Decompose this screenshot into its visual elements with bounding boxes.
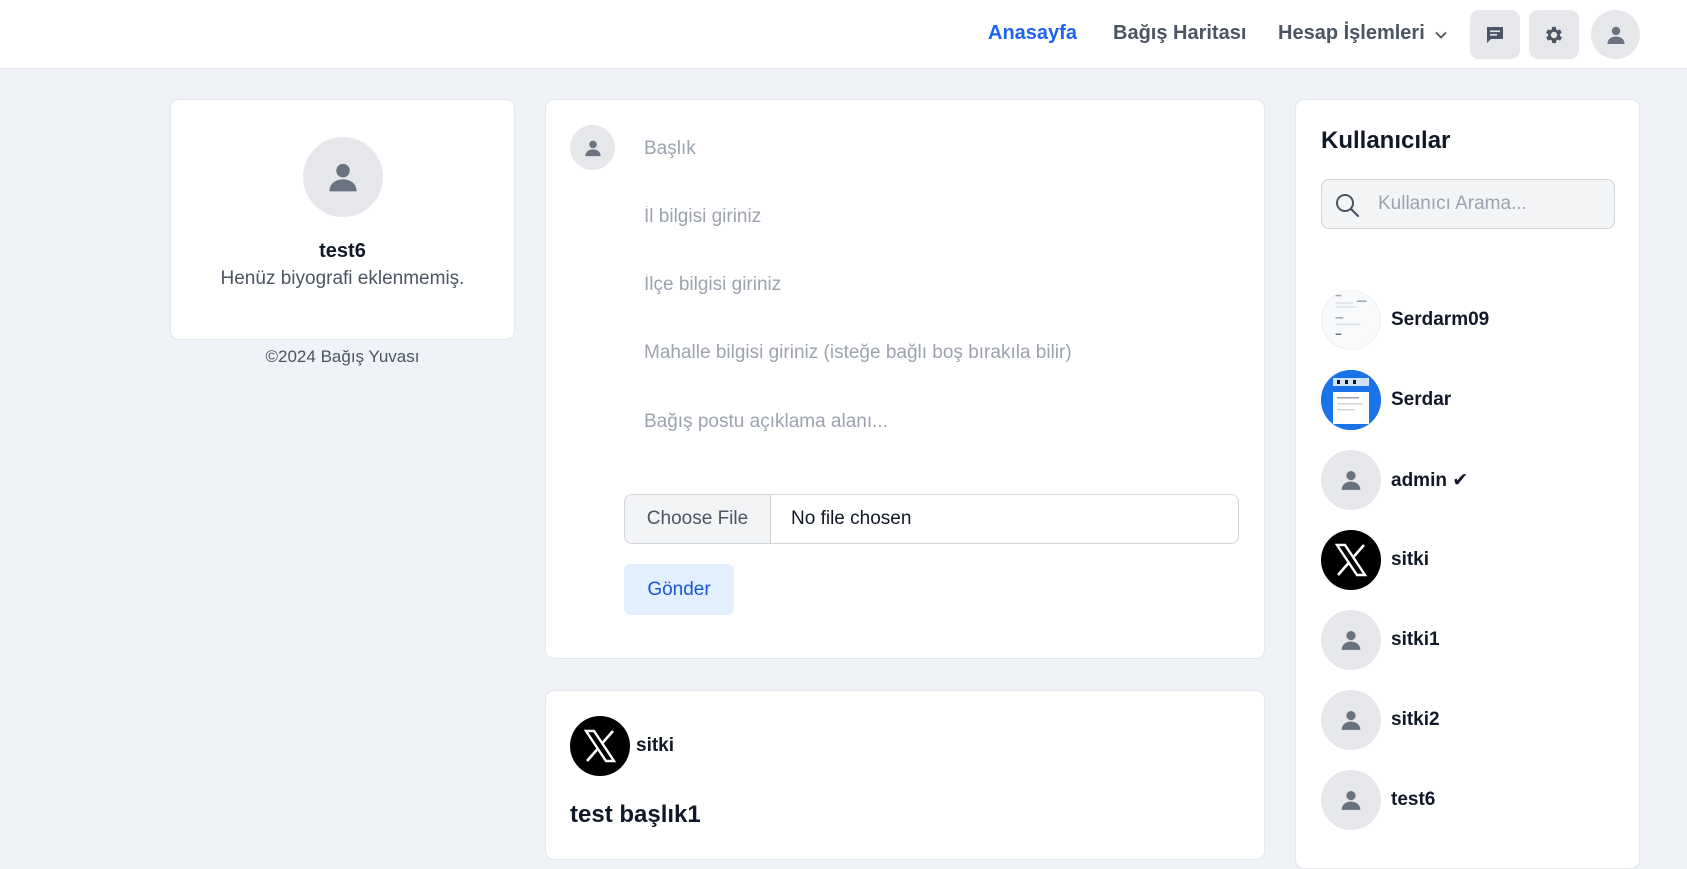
user-name: test6 <box>1391 789 1436 810</box>
nav-home-link[interactable]: Anasayfa <box>988 22 1077 45</box>
description-input[interactable] <box>644 402 1234 442</box>
choose-file-button[interactable]: Choose File <box>625 495 771 543</box>
post-card: sitki test başlık1 <box>545 690 1265 860</box>
file-upload-field[interactable]: Choose File No file chosen <box>624 494 1239 544</box>
user-icon <box>1341 790 1361 810</box>
user-list-item[interactable]: sitki2 <box>1321 690 1615 750</box>
profile-menu-button[interactable] <box>1591 10 1640 59</box>
blue-screenshot-thumbnail-icon <box>1321 370 1381 430</box>
profile-card: test6 Henüz biyografi eklenmemiş. <box>170 99 515 340</box>
submit-post-button[interactable]: Gönder <box>624 564 734 615</box>
user-name: sitki2 <box>1391 709 1440 730</box>
x-logo-icon <box>583 729 617 763</box>
avatar[interactable] <box>570 716 630 776</box>
user-icon <box>584 140 601 156</box>
user-name: Serdar <box>1391 389 1452 410</box>
avatar <box>570 125 615 170</box>
user-icon <box>1341 630 1361 650</box>
post-author[interactable]: sitki <box>636 735 674 757</box>
user-list-item[interactable]: admin ✔ <box>1321 450 1615 510</box>
nav-donation-map-link[interactable]: Bağış Haritası <box>1113 22 1246 45</box>
avatar <box>1321 690 1381 750</box>
chevron-down-icon <box>1435 22 1447 45</box>
user-icon <box>329 163 357 192</box>
user-name: admin ✔ <box>1391 470 1469 491</box>
user-list-item[interactable]: test6 <box>1321 770 1615 830</box>
post-title: test başlık1 <box>570 801 701 828</box>
gear-icon <box>1546 26 1562 43</box>
search-icon <box>1336 194 1360 218</box>
messages-button[interactable] <box>1470 10 1520 59</box>
neighborhood-input[interactable] <box>644 333 1234 373</box>
user-list-item[interactable]: sitki <box>1321 530 1615 590</box>
profile-bio: Henüz biyografi eklenmemiş. <box>220 268 465 289</box>
nav-account-dropdown[interactable]: Hesap İşlemleri <box>1278 22 1447 45</box>
title-input[interactable] <box>644 129 1234 169</box>
avatar <box>1321 530 1381 590</box>
create-post-form: Choose File No file chosen Gönder <box>545 99 1265 659</box>
user-name: Serdarm09 <box>1391 309 1490 330</box>
top-navbar: Anasayfa Bağış Haritası Hesap İşlemleri <box>0 0 1687 69</box>
city-input[interactable] <box>644 197 1234 237</box>
x-logo-icon <box>1334 543 1368 577</box>
user-icon <box>1341 710 1361 730</box>
user-list-item[interactable]: Serdar <box>1321 370 1615 430</box>
chat-icon <box>1487 26 1503 43</box>
nav-account-label: Hesap İşlemleri <box>1278 22 1425 44</box>
settings-button[interactable] <box>1529 10 1579 59</box>
users-heading: Kullanıcılar <box>1321 127 1451 154</box>
user-name: sitki1 <box>1391 629 1440 650</box>
user-search-input[interactable] <box>1378 188 1606 220</box>
avatar[interactable] <box>303 137 383 217</box>
avatar <box>1321 770 1381 830</box>
avatar <box>1321 450 1381 510</box>
user-icon <box>1341 470 1361 490</box>
user-search-field[interactable] <box>1321 179 1615 229</box>
avatar <box>1321 290 1381 350</box>
profile-username: test6 <box>319 240 366 262</box>
file-status-text: No file chosen <box>791 508 912 529</box>
avatar <box>1321 610 1381 670</box>
user-list-item[interactable]: Serdarm09 <box>1321 290 1615 350</box>
screenshot-thumbnail-icon <box>1322 291 1380 349</box>
users-sidebar: Kullanıcılar Serdarm09 <box>1295 99 1640 869</box>
user-list-item[interactable]: sitki1 <box>1321 610 1615 670</box>
user-icon <box>1607 26 1624 44</box>
district-input[interactable] <box>644 265 1234 305</box>
user-name: sitki <box>1391 549 1430 570</box>
avatar <box>1321 370 1381 430</box>
copyright-footer: ©2024 Bağış Yuvası <box>265 347 420 366</box>
